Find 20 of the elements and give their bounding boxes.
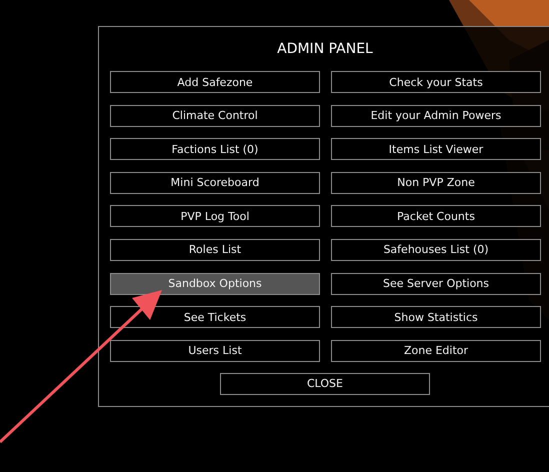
menu-button[interactable]: Factions List (0): [110, 138, 320, 160]
menu-button[interactable]: See Tickets: [110, 306, 320, 328]
menu-button[interactable]: Packet Counts: [331, 205, 541, 228]
menu-button[interactable]: Edit your Admin Powers: [331, 104, 541, 127]
menu-button[interactable]: PVP Log Tool: [110, 205, 320, 228]
menu-button[interactable]: Sandbox Options: [110, 272, 320, 295]
menu-button[interactable]: Zone Editor: [331, 340, 541, 362]
menu-button[interactable]: Non PVP Zone: [331, 172, 541, 194]
menu-button[interactable]: Show Statistics: [331, 306, 541, 328]
menu-button[interactable]: Roles List: [110, 238, 320, 261]
menu-button[interactable]: See Server Options: [331, 272, 541, 295]
menu-button[interactable]: Items List Viewer: [331, 138, 541, 160]
menu-button[interactable]: Mini Scoreboard: [110, 172, 320, 194]
menu-button[interactable]: Climate Control: [110, 104, 320, 127]
close-button[interactable]: CLOSE: [220, 372, 430, 395]
menu-button[interactable]: Users List: [110, 340, 320, 362]
panel-title: ADMIN PANEL: [277, 40, 373, 59]
menu-button[interactable]: Safehouses List (0): [331, 238, 541, 261]
menu-button[interactable]: Add Safezone: [110, 71, 320, 93]
menu-button[interactable]: Check your Stats: [331, 71, 541, 93]
